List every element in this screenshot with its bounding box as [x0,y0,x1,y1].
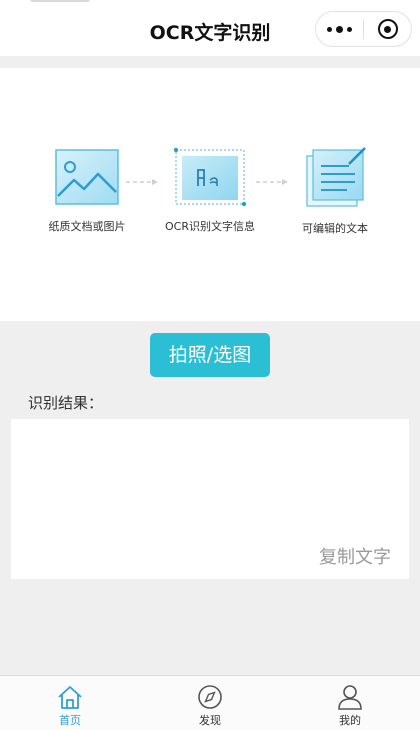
result-label: 识别结果： [28,394,104,412]
flow-step-caption: OCR识别文字信息 [165,220,255,233]
flow-step-source: 纸质文档或图片 [42,146,132,234]
tab-label: 首页 [59,714,81,727]
navigation-bar: OCR文字识别 [0,6,420,56]
tab-profile[interactable]: 我的 [280,676,420,730]
text-scan-icon [173,147,247,207]
home-icon [58,686,82,709]
flow-step-caption: 可编辑的文本 [302,222,368,235]
tab-home[interactable]: 首页 [0,676,140,730]
tab-discover[interactable]: 发现 [140,676,280,730]
target-icon [377,19,398,39]
tab-label: 我的 [339,714,361,727]
close-button[interactable] [364,12,411,46]
more-menu-button[interactable] [316,12,363,46]
result-text-area[interactable]: 复制文字 [11,419,409,579]
status-bar-remnant [30,0,90,2]
picture-icon [55,149,119,205]
tab-label: 发现 [199,714,221,727]
more-dot-icon [327,26,332,32]
user-icon [338,685,362,710]
mini-program-capsule [315,11,412,47]
ocr-flow-illustration: 纸质文档或图片 OCR识别文字信息 可编辑的文本 [0,68,420,321]
tab-bar: 首页 发现 我的 [0,675,420,730]
dashed-arrow-icon [256,179,288,185]
dashed-arrow-icon [126,179,158,185]
more-dot-icon [336,25,343,33]
capture-select-image-button[interactable]: 拍照/选图 [150,333,270,377]
compass-icon [198,685,222,709]
flow-step-recognize: OCR识别文字信息 [158,146,262,234]
copy-text-button[interactable]: 复制文字 [319,543,391,569]
more-dot-icon [347,26,352,32]
editable-doc-icon [306,147,366,207]
flow-step-result: 可编辑的文本 [290,146,380,236]
flow-step-caption: 纸质文档或图片 [48,220,126,233]
